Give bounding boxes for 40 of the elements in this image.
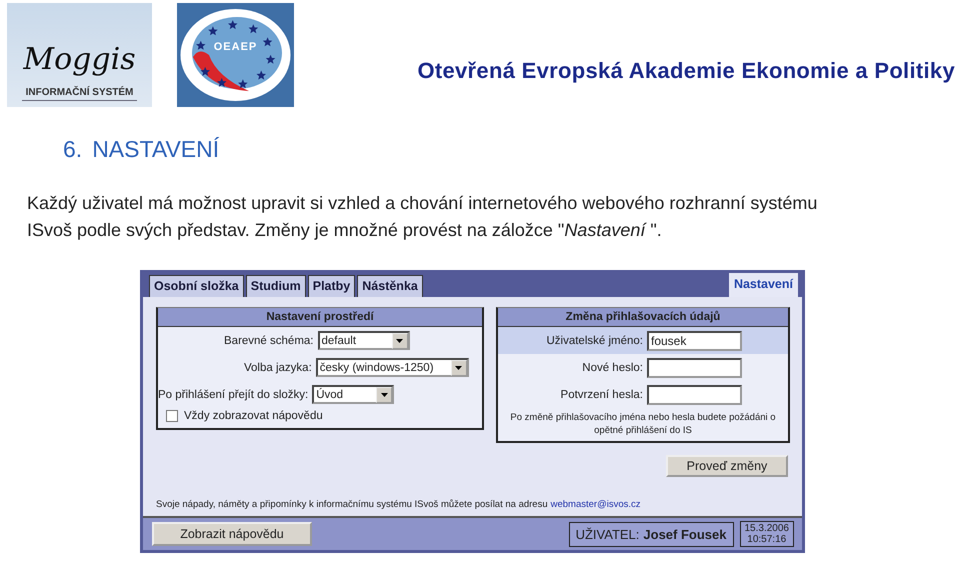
tab[interactable]: Platby	[308, 275, 356, 297]
logo-text: Moggis	[23, 42, 136, 77]
input-field[interactable]: fousek	[647, 330, 742, 350]
footer-text: Svoje nápady, náměty a připomínky k informačnímu systému ISvoš můžete posílat na adresu	[156, 499, 548, 510]
field-label: Volba jazyka:	[244, 362, 312, 374]
field-label: Po přihlášení přejít do složky:	[158, 388, 308, 400]
tab[interactable]: Nastavení	[728, 273, 798, 297]
email-link[interactable]: webmaster@isvos.cz	[550, 499, 641, 510]
caret-icon	[376, 386, 392, 402]
input-field[interactable]	[647, 384, 742, 404]
panel-heading: Nastavení prostředí	[158, 308, 482, 327]
logo-caption: INFORMAČNÍ SYSTÉM	[22, 87, 138, 101]
select-field[interactable]: Úvod	[312, 385, 394, 404]
emblem-text: OEAEP	[212, 41, 258, 53]
user-label: UŽIVATEL:	[576, 526, 640, 542]
body-paragraph: Každý uživatel má možnost upravit si vzhled a chování internetového webového rozhranní systému ISvoš podle svých představ. Změny je množné provést na záložce "Nastavení ".	[27, 192, 818, 242]
caret-icon	[450, 360, 467, 376]
select-field[interactable]: default	[318, 331, 410, 350]
help-button[interactable]: Zobrazit nápovědu	[152, 522, 312, 546]
caret-icon	[392, 332, 408, 348]
tab[interactable]: Studium	[246, 275, 306, 297]
date-text: 15.3.2006	[744, 523, 789, 534]
page-title: Otevřená Evropská Akademie Ekonomie a Politiky	[417, 58, 955, 84]
checkbox-label: Vždy zobrazovat nápovědu	[184, 410, 323, 422]
section-heading: NASTAVENÍ	[92, 136, 220, 163]
select-field[interactable]: česky (windows-1250)	[316, 358, 469, 377]
apply-button[interactable]: Proveď změny	[666, 455, 788, 477]
input-field[interactable]	[647, 358, 742, 378]
section-number: 6.	[63, 136, 82, 163]
checkbox[interactable]	[166, 410, 178, 422]
field-label: Uživatelské jméno:	[546, 334, 643, 346]
field-label: Nové heslo:	[582, 362, 643, 374]
user-name: Josef Fousek	[643, 526, 726, 542]
tab[interactable]: Nástěnka	[357, 275, 423, 297]
panel-heading: Změna přihlašovacích údajů	[498, 308, 788, 327]
tab[interactable]: Osobní složka	[149, 275, 244, 297]
time-text: 10:57:16	[746, 534, 788, 545]
field-label: Potvrzení hesla:	[560, 388, 643, 400]
field-label: Barevné schéma:	[224, 334, 314, 346]
note-text: Po změně přihlašovacího jména nebo hesla budete požádáni o opětné přihlášení do IS	[509, 411, 777, 438]
